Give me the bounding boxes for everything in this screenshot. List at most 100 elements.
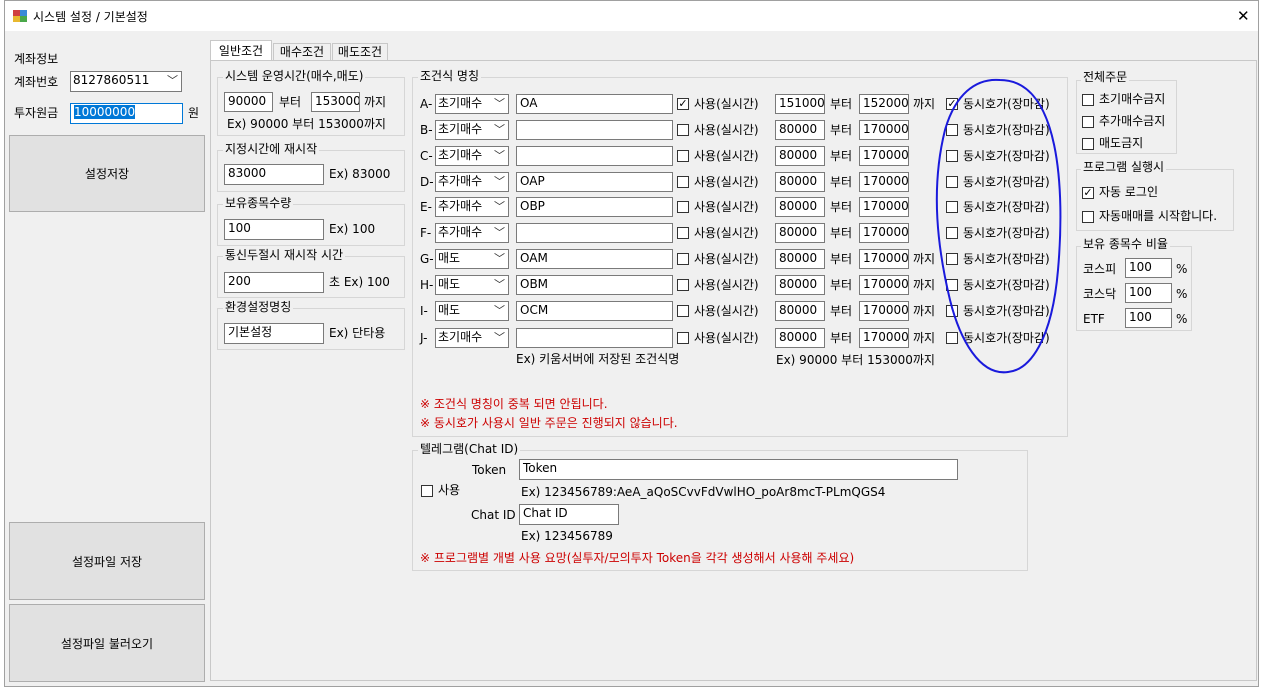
condition-start-input[interactable]: 151000 [775,94,825,114]
auto-login-checkbox[interactable]: ✓ [1082,187,1094,199]
condition-start-input[interactable]: 80000 [775,275,825,295]
comm-restart-input[interactable]: 200 [224,272,324,293]
ratio-input[interactable]: 100 [1125,283,1172,303]
tab-general[interactable]: 일반조건 [210,40,272,61]
condition-use-checkbox[interactable] [677,305,689,317]
save-file-button[interactable]: 설정파일 저장 [9,522,205,600]
condition-use-checkbox[interactable] [677,332,689,344]
condition-name-input[interactable] [516,120,673,140]
condition-end-input[interactable]: 170000 [859,328,909,348]
condition-use-checkbox[interactable] [677,227,689,239]
condition-name-input[interactable] [516,223,673,243]
condition-type-combo[interactable]: 매도 ﹀ [435,249,509,269]
condition-use-label: 사용(실시간) [694,226,759,240]
condition-name-input[interactable]: OA [516,94,673,114]
condition-start-input[interactable]: 80000 [775,328,825,348]
condition-type-combo[interactable]: 초기매수 ﹀ [435,328,509,348]
chat-id-example: Ex) 123456789 [521,529,613,543]
no-initial-buy-checkbox[interactable] [1082,94,1094,106]
condition-name-input[interactable]: OAM [516,249,673,269]
chevron-down-icon: ﹀ [494,226,505,239]
chat-id-input[interactable]: Chat ID [519,504,619,525]
close-icon[interactable]: ✕ [1237,8,1250,24]
no-add-buy-checkbox[interactable] [1082,116,1094,128]
condition-use-checkbox[interactable] [677,176,689,188]
condition-name-input[interactable]: OBP [516,197,673,217]
duplicate-name-warning: ※ 조건식 명칭이 중복 되면 안됩니다. [420,397,608,411]
condition-end-input[interactable]: 170000 [859,197,909,217]
holding-count-input[interactable]: 100 [224,219,324,240]
condition-type-combo[interactable]: 추가매수 ﹀ [435,197,509,217]
save-settings-label: 설정저장 [84,167,130,181]
condition-type-combo[interactable]: 초기매수 ﹀ [435,146,509,166]
condition-start-value: 80000 [779,199,818,213]
condition-use-checkbox[interactable] [677,279,689,291]
condition-start-input[interactable]: 80000 [775,172,825,192]
condition-type-combo[interactable]: 추가매수 ﹀ [435,172,509,192]
condition-start-input[interactable]: 80000 [775,223,825,243]
condition-row-id: I- [420,304,428,318]
condition-start-input[interactable]: 80000 [775,197,825,217]
condition-start-input[interactable]: 80000 [775,249,825,269]
condition-end-value: 170000 [863,330,909,344]
condition-start-input[interactable]: 80000 [775,301,825,321]
chevron-down-icon: ﹀ [494,123,505,136]
condition-end-input[interactable]: 170000 [859,223,909,243]
condition-start-value: 80000 [779,122,818,136]
condition-end-input[interactable]: 170000 [859,146,909,166]
condition-use-checkbox[interactable] [677,124,689,136]
tab-buy[interactable]: 매수조건 [273,43,331,61]
condition-type-combo[interactable]: 매도 ﹀ [435,301,509,321]
account-number-combo[interactable]: 8127860511 ﹀ [70,71,182,92]
condition-end-input[interactable]: 170000 [859,120,909,140]
title-bar: 시스템 설정 / 기본설정 ✕ [5,1,1258,31]
system-end-input[interactable]: 153000 [311,92,360,112]
condition-end-input[interactable]: 170000 [859,275,909,295]
restart-time-input[interactable]: 83000 [224,164,324,185]
condition-end-input[interactable]: 152000 [859,94,909,114]
load-file-button[interactable]: 설정파일 불러오기 [9,604,205,682]
system-time-title: 시스템 운영시간(매수,매도) [223,69,366,84]
system-start-input[interactable]: 90000 [224,92,273,112]
condition-end-input[interactable]: 170000 [859,301,909,321]
condition-use-checkbox[interactable] [677,201,689,213]
ratio-input[interactable]: 100 [1125,308,1172,328]
condition-name-input[interactable]: OCM [516,301,673,321]
env-name-input[interactable]: 기본설정 [224,323,324,344]
condition-name-input[interactable] [516,328,673,348]
ratio-label: 코스피 [1083,262,1117,276]
program-run-title: 프로그램 실행시 [1081,160,1167,175]
token-input[interactable]: Token [519,459,958,480]
ratio-input[interactable]: 100 [1125,258,1172,278]
principal-input[interactable]: 10000000 [70,103,183,124]
restart-time-value: 83000 [228,166,267,180]
comm-restart-value: 200 [228,274,251,288]
tab-sell[interactable]: 매도조건 [332,43,388,61]
save-settings-button[interactable]: 설정저장 [9,135,205,212]
condition-name-input[interactable] [516,146,673,166]
no-sell-checkbox[interactable] [1082,138,1094,150]
telegram-use-checkbox[interactable] [421,485,433,497]
condition-name-input[interactable]: OBM [516,275,673,295]
condition-name-input[interactable]: OAP [516,172,673,192]
condition-start-input[interactable]: 80000 [775,146,825,166]
condition-type-combo[interactable]: 초기매수 ﹀ [435,94,509,114]
condition-start-input[interactable]: 80000 [775,120,825,140]
telegram-title: 텔레그램(Chat ID) [418,442,521,457]
chevron-down-icon: ﹀ [167,74,178,87]
condition-use-checkbox[interactable] [677,150,689,162]
auto-trade-checkbox[interactable] [1082,211,1094,223]
chevron-down-icon: ﹀ [494,175,505,188]
chat-id-value: Chat ID [523,506,568,520]
condition-row-id: H- [420,278,434,292]
condition-type-value: 매도 [438,277,461,291]
condition-end-input[interactable]: 170000 [859,172,909,192]
condition-type-combo[interactable]: 매도 ﹀ [435,275,509,295]
condition-start-value: 151000 [779,96,825,110]
condition-type-combo[interactable]: 추가매수 ﹀ [435,223,509,243]
condition-use-checkbox[interactable]: ✓ [677,98,689,110]
condition-type-combo[interactable]: 초기매수 ﹀ [435,120,509,140]
condition-from-label: 부터 [830,278,853,292]
condition-end-input[interactable]: 170000 [859,249,909,269]
condition-use-checkbox[interactable] [677,253,689,265]
